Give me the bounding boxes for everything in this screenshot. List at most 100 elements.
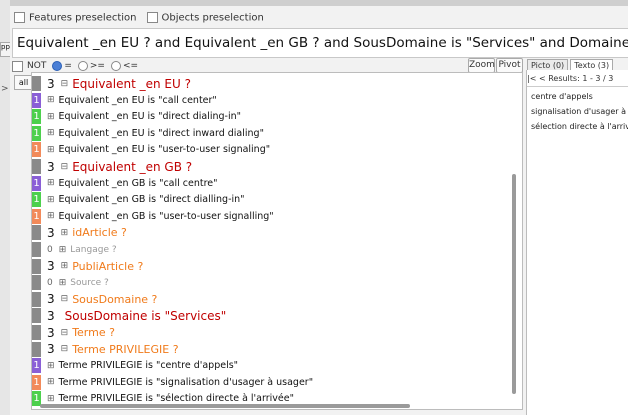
tree-label: Equivalent _en EU ? bbox=[72, 76, 191, 91]
tree-label: Terme PRIVILEGIE ? bbox=[72, 342, 179, 356]
count-value: 3 bbox=[47, 259, 55, 274]
plus-box-icon[interactable]: ⊞ bbox=[47, 178, 55, 188]
pivot-button[interactable]: Pivot bbox=[496, 58, 523, 73]
tree-row[interactable]: 3 ⊟ Equivalent _en EU ? bbox=[32, 75, 191, 92]
results-divider bbox=[527, 86, 628, 87]
count-badge: 1 bbox=[32, 142, 41, 158]
plus-box-icon[interactable]: ⊞ bbox=[47, 95, 55, 105]
plus-box-icon[interactable]: ⊞ bbox=[47, 128, 55, 138]
result-item[interactable]: signalisation d'usager à usager bbox=[531, 107, 628, 116]
left-arrow-icon[interactable]: > bbox=[1, 84, 9, 97]
results-navigation: |< < Results: 1 - 3 / 3 bbox=[527, 73, 628, 85]
tree-label: Equivalent _en EU is "call center" bbox=[58, 94, 217, 106]
radio-le-icon[interactable] bbox=[110, 61, 121, 71]
tree-row[interactable]: 1 ⊞ Terme PRIVILEGIE is "signalisation d'u… bbox=[32, 374, 313, 391]
count-value: 0 bbox=[47, 277, 53, 288]
tree-label: Terme ? bbox=[72, 326, 115, 339]
count-badge: 1 bbox=[32, 192, 41, 208]
tree-row[interactable]: 0 ⊞ Source ? bbox=[32, 274, 109, 291]
plus-box-icon[interactable]: ⊞ bbox=[47, 361, 55, 371]
result-item[interactable]: sélection directe à l'arrivée bbox=[531, 122, 628, 131]
checkbox-icon[interactable] bbox=[14, 12, 25, 24]
tree-row[interactable]: 1 ⊞ Terme PRIVILEGIE is "centre d'appels" bbox=[32, 357, 238, 374]
tree-row[interactable]: 3 ⊟ Equivalent _en GB ? bbox=[32, 158, 192, 175]
count-value: 0 bbox=[47, 244, 53, 255]
header-badge bbox=[32, 325, 41, 340]
first-page-button[interactable]: |< bbox=[527, 74, 536, 83]
tree-label: Source ? bbox=[70, 277, 109, 288]
tree-row[interactable]: 1 ⊞ Equivalent _en GB is "direct dialling-… bbox=[32, 191, 245, 208]
plus-box-icon[interactable]: ⊞ bbox=[47, 377, 55, 387]
not-checkbox-icon[interactable] bbox=[12, 60, 23, 72]
tree-row[interactable]: 3 ⊞ idArticle ? bbox=[32, 224, 127, 241]
count-badge: 1 bbox=[32, 109, 41, 125]
plus-box-icon[interactable]: ⊞ bbox=[59, 278, 67, 288]
count-badge: 1 bbox=[32, 92, 41, 108]
tree-row[interactable]: 1 ⊞ Equivalent _en EU is "call center" bbox=[32, 92, 217, 109]
header-badge bbox=[32, 291, 41, 307]
plus-box-icon[interactable]: ⊟ bbox=[61, 344, 69, 354]
tree-row[interactable]: 1 ⊞ Equivalent _en GB is "call centre" bbox=[32, 175, 218, 192]
tree-label: Terme PRIVILEGIE is "sélection directe à… bbox=[58, 393, 294, 405]
tree-row[interactable]: 3 ⊟ Terme ? bbox=[32, 324, 115, 341]
le-label: <= bbox=[122, 61, 139, 71]
count-value: 3 bbox=[47, 225, 55, 240]
count-value: 3 bbox=[47, 76, 55, 91]
header-badge bbox=[32, 275, 41, 291]
radio-ge-icon[interactable] bbox=[77, 61, 88, 71]
count-badge: 1 bbox=[32, 358, 41, 374]
tree-label: Equivalent _en GB ? bbox=[72, 159, 193, 174]
tree-row[interactable]: 1 ⊞ Equivalent _en EU is "direct inward di… bbox=[32, 125, 264, 142]
count-value: 3 bbox=[47, 308, 55, 323]
tree-row[interactable]: 1 ⊞ Equivalent _en EU is "user-to-user sig… bbox=[32, 141, 270, 158]
vertical-scrollbar[interactable] bbox=[512, 174, 516, 394]
plus-box-icon[interactable]: ⊞ bbox=[59, 245, 67, 255]
tree-row[interactable]: 1 ⊞ Equivalent _en EU is "direct dialing-i… bbox=[32, 108, 241, 125]
header-badge bbox=[32, 76, 41, 91]
features-preselection-option[interactable]: Features preselection bbox=[14, 12, 137, 24]
plus-box-icon[interactable]: ⊟ bbox=[61, 328, 69, 338]
plus-box-icon[interactable]: ⊞ bbox=[47, 145, 55, 155]
radio-eq-icon[interactable] bbox=[52, 61, 63, 71]
plus-box-icon[interactable]: ⊞ bbox=[47, 112, 55, 122]
plus-box-icon[interactable]: ⊞ bbox=[61, 228, 69, 238]
plus-box-icon[interactable]: ⊞ bbox=[47, 211, 55, 221]
tree-label: SousDomaine is "Services" bbox=[64, 308, 227, 323]
count-value: 3 bbox=[47, 159, 55, 174]
count-badge: 1 bbox=[32, 208, 41, 224]
tree-row[interactable]: 1 ⊞ Equivalent _en GB is "user-to-user sig… bbox=[32, 208, 274, 225]
ge-label: >= bbox=[89, 61, 105, 71]
header-badge bbox=[32, 258, 41, 274]
tree-label: Equivalent _en EU is "user-to-user signa… bbox=[58, 144, 271, 156]
query-toolbar: NOT = >= <= bbox=[12, 60, 524, 72]
query-field[interactable]: Equivalent _en EU ? and Equivalent _en G… bbox=[12, 28, 628, 58]
plus-box-icon[interactable]: ⊞ bbox=[47, 394, 55, 404]
plus-box-icon[interactable]: ⊟ bbox=[61, 79, 69, 89]
header-badge bbox=[32, 159, 41, 174]
tree-row[interactable]: 3 SousDomaine is "Services" bbox=[32, 307, 226, 324]
tree-row[interactable]: 3 ⊟ Terme PRIVILEGIE ? bbox=[32, 341, 179, 358]
plus-box-icon[interactable]: ⊟ bbox=[61, 162, 69, 172]
plus-box-icon[interactable]: ⊞ bbox=[47, 195, 55, 205]
tree-row[interactable]: 3 ⊞ PubliArticle ? bbox=[32, 258, 143, 275]
top-border bbox=[10, 0, 628, 6]
objects-preselection-option[interactable]: Objects preselection bbox=[146, 12, 264, 24]
checkbox-icon[interactable] bbox=[146, 12, 158, 24]
tree-row[interactable]: 3 ⊟ SousDomaine ? bbox=[32, 291, 157, 308]
horizontal-scrollbar[interactable] bbox=[40, 404, 410, 408]
zoom-button[interactable]: Zoom bbox=[468, 58, 495, 73]
tree-label: Equivalent _en GB is "direct dialling-in… bbox=[58, 194, 245, 206]
tree-row[interactable]: 0 ⊞ Langage ? bbox=[32, 241, 117, 258]
result-item[interactable]: centre d'appels bbox=[531, 92, 593, 101]
tree-label: Equivalent _en GB is "call centre" bbox=[58, 177, 218, 189]
header-badge bbox=[32, 308, 41, 324]
not-label: NOT bbox=[27, 61, 47, 71]
tree-label: Equivalent _en GB is "user-to-user signa… bbox=[58, 210, 274, 222]
tree-label: PubliArticle ? bbox=[72, 259, 144, 273]
plus-box-icon[interactable]: ⊞ bbox=[61, 261, 69, 271]
plus-box-icon[interactable]: ⊟ bbox=[61, 294, 69, 304]
tree-label: SousDomaine ? bbox=[72, 292, 158, 306]
tree-label: Terme PRIVILEGIE is "signalisation d'usa… bbox=[58, 376, 314, 388]
tree-label: Langage ? bbox=[70, 244, 117, 255]
navigation-tree: 3 ⊟ Equivalent _en EU ? 1 ⊞ Equivalent _en EU… bbox=[31, 72, 523, 410]
